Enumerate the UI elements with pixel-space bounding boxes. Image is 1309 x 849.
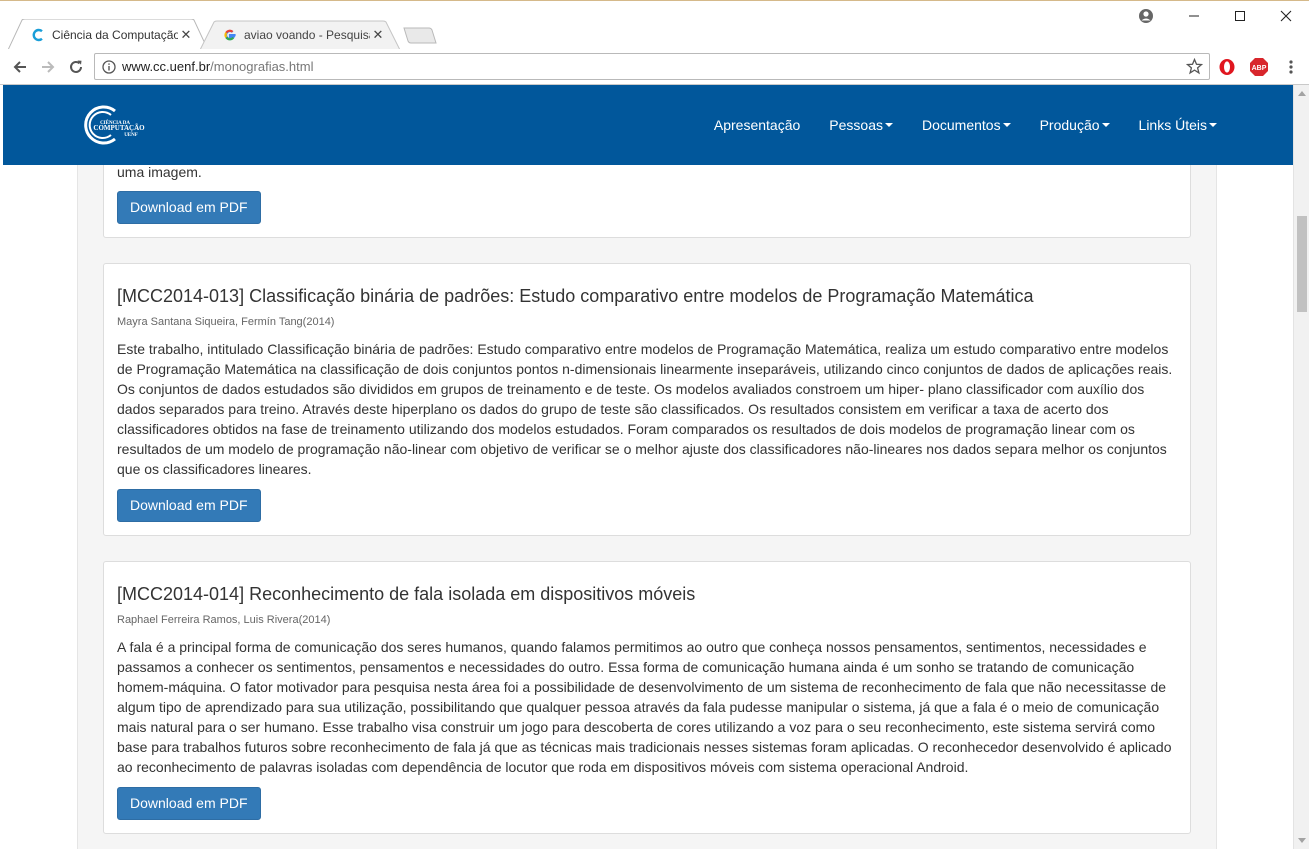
address-bar[interactable]: www.cc.uenf.br/monografias.html — [94, 53, 1210, 80]
info-icon[interactable] — [98, 59, 120, 74]
url-text: www.cc.uenf.br/monografias.html — [122, 59, 313, 74]
card-abstract: Este trabalho, intitulado Classificação … — [117, 341, 1173, 477]
menu-kebab-icon[interactable] — [1279, 55, 1303, 79]
card-authors: Mayra Santana Siqueira, Fermín Tang(2014… — [117, 316, 335, 328]
main-nav: Apresentação Pessoas Documentos Produção… — [685, 85, 1217, 165]
adblock-plus-icon[interactable]: ABP — [1247, 55, 1271, 79]
url-host: www.cc.uenf.br — [122, 59, 211, 74]
caret-down-icon — [885, 123, 893, 127]
browser-toolbar: www.cc.uenf.br/monografias.html ABP — [0, 49, 1309, 85]
site-logo[interactable]: CIÊNCIA DA COMPUTAÇÃO UENF — [81, 103, 151, 147]
scroll-up-icon[interactable] — [1298, 91, 1306, 96]
google-icon — [222, 27, 238, 43]
nav-item-pessoas[interactable]: Pessoas — [829, 117, 893, 133]
download-pdf-button[interactable]: Download em PDF — [117, 191, 261, 224]
tab-title: Ciência da Computação - — [52, 27, 178, 42]
card-authors: Raphael Ferreira Ramos, Luis Rivera(2014… — [117, 614, 331, 626]
nav-item-apresentacao[interactable]: Apresentação — [714, 117, 800, 133]
monograph-card: [MCC2014-013] Classificação binária de p… — [103, 263, 1191, 536]
card-abstract: A fala é a principal forma de comunicaçã… — [117, 639, 1172, 775]
tab-inactive[interactable]: aviao voando - Pesquisa ✕ — [200, 19, 400, 50]
tab-active[interactable]: Ciência da Computação - ✕ — [8, 19, 208, 50]
minimize-icon[interactable] — [1171, 5, 1217, 27]
url-path: /monografias.html — [210, 59, 314, 74]
nav-label: Produção — [1039, 117, 1100, 133]
opera-icon[interactable] — [1215, 55, 1239, 79]
nav-item-documentos[interactable]: Documentos — [922, 117, 1011, 133]
profile-icon[interactable] — [1123, 5, 1169, 27]
nav-item-links-uteis[interactable]: Links Úteis — [1139, 117, 1217, 133]
download-pdf-button[interactable]: Download em PDF — [117, 489, 261, 522]
reload-icon[interactable] — [64, 55, 88, 79]
nav-label: Apresentação — [713, 117, 801, 133]
back-arrow-icon[interactable] — [8, 55, 32, 79]
nav-label: Links Úteis — [1138, 117, 1207, 133]
scroll-down-icon[interactable] — [1298, 838, 1306, 843]
logo-line-2: COMPUTAÇÃO — [93, 124, 145, 132]
c-logo-icon — [30, 27, 46, 43]
card-title: [MCC2014-014] Reconhecimento de fala iso… — [117, 584, 696, 604]
monograph-card: [MCC2014-014] Reconhecimento de fala iso… — [103, 561, 1191, 834]
nav-label: Documentos — [922, 117, 1001, 133]
logo-line-3: UENF — [124, 133, 138, 138]
close-window-icon[interactable] — [1263, 5, 1309, 27]
maximize-icon[interactable] — [1217, 5, 1263, 27]
new-tab-button[interactable] — [403, 27, 437, 44]
caret-down-icon — [1002, 123, 1011, 127]
nav-item-producao[interactable]: Produção — [1040, 117, 1110, 133]
caret-down-icon — [1101, 123, 1110, 127]
card-title: [MCC2014-013] Classificação binária de p… — [117, 286, 1034, 306]
page-scrollbar[interactable] — [1293, 85, 1309, 849]
bookmark-star-icon[interactable] — [1185, 57, 1204, 80]
nav-label: Pessoas — [829, 117, 883, 133]
card-abstract: uma imagem. — [117, 164, 202, 180]
browser-tabstrip: Ciência da Computação - ✕ aviao voando -… — [0, 0, 1309, 50]
scrollbar-thumb[interactable] — [1297, 216, 1307, 312]
close-tab-icon[interactable]: ✕ — [370, 27, 386, 43]
caret-down-icon — [1209, 123, 1217, 127]
abp-label: ABP — [1252, 65, 1267, 72]
site-navbar: CIÊNCIA DA COMPUTAÇÃO UENF Apresentação … — [3, 85, 1293, 165]
forward-arrow-icon[interactable] — [36, 55, 60, 79]
page-viewport: CIÊNCIA DA COMPUTAÇÃO UENF Apresentação … — [0, 85, 1293, 849]
download-pdf-button[interactable]: Download em PDF — [117, 787, 261, 820]
tab-title: aviao voando - Pesquisa — [244, 27, 370, 42]
close-tab-icon[interactable]: ✕ — [178, 27, 194, 43]
